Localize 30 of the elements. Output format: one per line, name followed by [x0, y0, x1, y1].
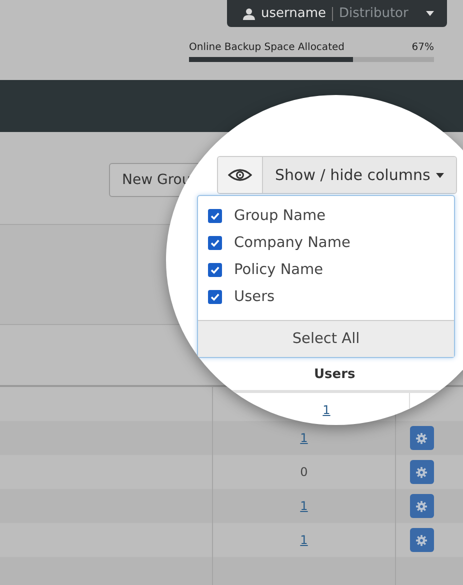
checkbox[interactable]: [208, 290, 222, 304]
settings-button[interactable]: [410, 528, 434, 552]
user-icon: [243, 8, 255, 20]
username: username: [261, 6, 326, 21]
user-menu[interactable]: username Distributor: [227, 0, 447, 27]
checkbox[interactable]: [208, 262, 222, 276]
gear-icon: [416, 534, 427, 546]
gear-icon: [416, 432, 427, 444]
settings-button[interactable]: [410, 426, 434, 450]
show-hide-columns-button[interactable]: Show / hide columns: [263, 157, 456, 193]
users-count-link[interactable]: 1: [300, 533, 308, 547]
users-count: 0: [300, 465, 308, 479]
column-option[interactable]: Group Name: [198, 202, 454, 229]
user-role: Distributor: [339, 6, 408, 21]
checkbox[interactable]: [208, 208, 222, 222]
storage-label: Online Backup Space Allocated: [189, 42, 344, 53]
settings-button[interactable]: [410, 460, 434, 484]
column-option[interactable]: Company Name: [198, 229, 454, 256]
storage-percent: 67%: [412, 42, 434, 53]
gear-icon: [416, 500, 427, 512]
column-header: Users: [314, 366, 356, 382]
settings-button[interactable]: [410, 494, 434, 518]
select-all-button[interactable]: Select All: [198, 320, 454, 357]
caret-icon: [436, 172, 444, 178]
column-option[interactable]: Policy Name: [198, 256, 454, 283]
gear-icon: [416, 466, 427, 478]
column-option[interactable]: Users: [198, 283, 454, 310]
caret-icon: [426, 11, 434, 16]
users-count-link[interactable]: 1: [322, 403, 330, 417]
checkbox[interactable]: [208, 236, 222, 250]
